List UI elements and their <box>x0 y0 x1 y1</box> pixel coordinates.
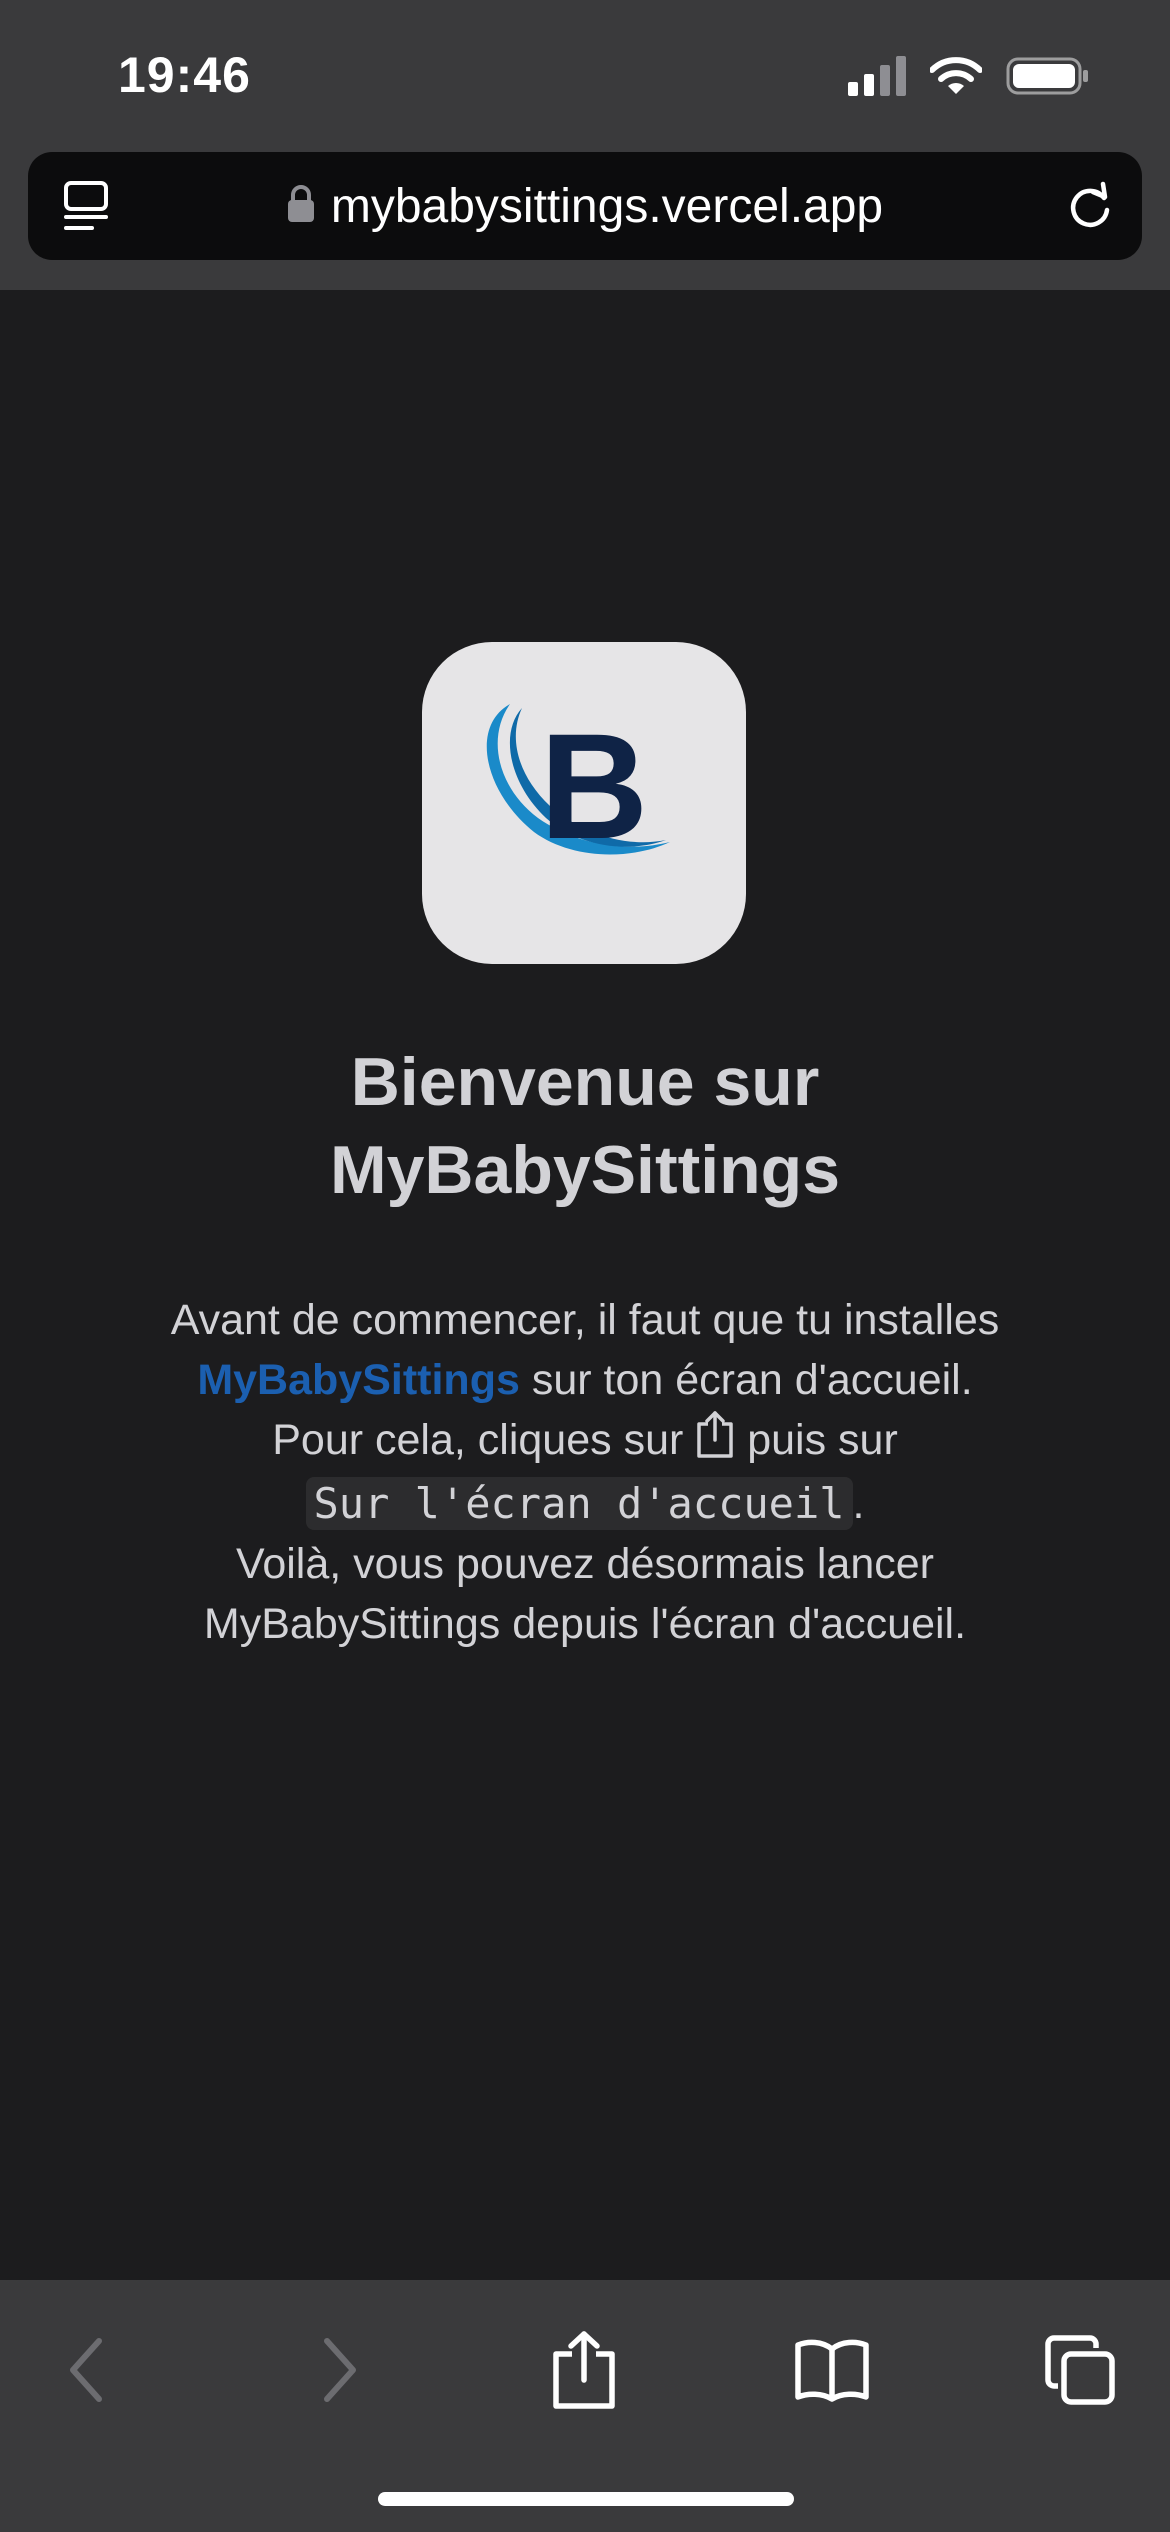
home-indicator[interactable] <box>378 2492 794 2506</box>
instruction-line-2-rest: sur ton écran d'accueil. <box>519 1356 973 1404</box>
signal-icon <box>848 56 906 101</box>
welcome-title-line1: Bienvenue sur <box>350 1044 820 1120</box>
forward-button[interactable] <box>290 2320 390 2420</box>
status-bar: 19:46 <box>0 0 1170 150</box>
battery-icon <box>1006 56 1090 101</box>
add-to-home-screen-code: Sur l'écran d'accueil <box>305 1477 853 1530</box>
app-logo: B <box>422 642 746 964</box>
back-icon <box>70 2338 102 2402</box>
lock-icon <box>287 184 315 228</box>
instruction-line-6: MyBabySittings depuis l'écran d'accueil. <box>203 1600 967 1648</box>
instruction-line-3: Pour cela, cliques sur puis sur <box>40 1410 1130 1474</box>
share-icon <box>695 1410 735 1474</box>
share-icon <box>553 2331 615 2409</box>
share-button[interactable] <box>534 2320 634 2420</box>
install-instructions: Avant de commencer, il faut que tu insta… <box>40 1290 1130 1654</box>
url-text: mybabysittings.vercel.app <box>330 179 884 233</box>
welcome-title: Bienvenue sur MyBabySittings <box>0 1038 1170 1214</box>
bookmarks-button[interactable] <box>782 2320 882 2420</box>
bookmarks-icon <box>795 2339 869 2402</box>
instruction-line-4: Sur l'écran d'accueil. <box>40 1474 1130 1534</box>
app-logo-icon: B <box>486 702 670 870</box>
back-button[interactable] <box>36 2320 136 2420</box>
instruction-line-5: Voilà, vous pouvez désormais lancer <box>236 1540 934 1588</box>
status-time: 19:46 <box>118 47 251 103</box>
instruction-line-3-end: puis sur <box>735 1416 898 1464</box>
tabs-icon <box>1045 2335 1115 2405</box>
wifi-icon <box>929 56 983 101</box>
welcome-title-line2: MyBabySittings <box>329 1132 841 1208</box>
svg-text:B: B <box>540 702 648 870</box>
forward-icon <box>324 2338 356 2402</box>
browser-chrome: 19:46 mybabysittings.vercel.app <box>0 0 1170 290</box>
instruction-line-2: MyBabySittings sur ton écran d'accueil. <box>40 1350 1130 1410</box>
status-icons <box>848 56 1090 101</box>
instruction-line-4-suffix: . <box>852 1480 865 1528</box>
instruction-line-1: Avant de commencer, il faut que tu insta… <box>170 1296 1000 1344</box>
app-name-link: MyBabySittings <box>197 1356 520 1404</box>
url-display[interactable]: mybabysittings.vercel.app <box>28 152 1142 260</box>
instruction-line-3-start: Pour cela, cliques sur <box>272 1416 696 1464</box>
tabs-button[interactable] <box>1030 2320 1130 2420</box>
browser-toolbar <box>0 2280 1170 2532</box>
reload-icon[interactable] <box>1064 180 1116 237</box>
address-bar[interactable]: mybabysittings.vercel.app <box>28 152 1142 260</box>
